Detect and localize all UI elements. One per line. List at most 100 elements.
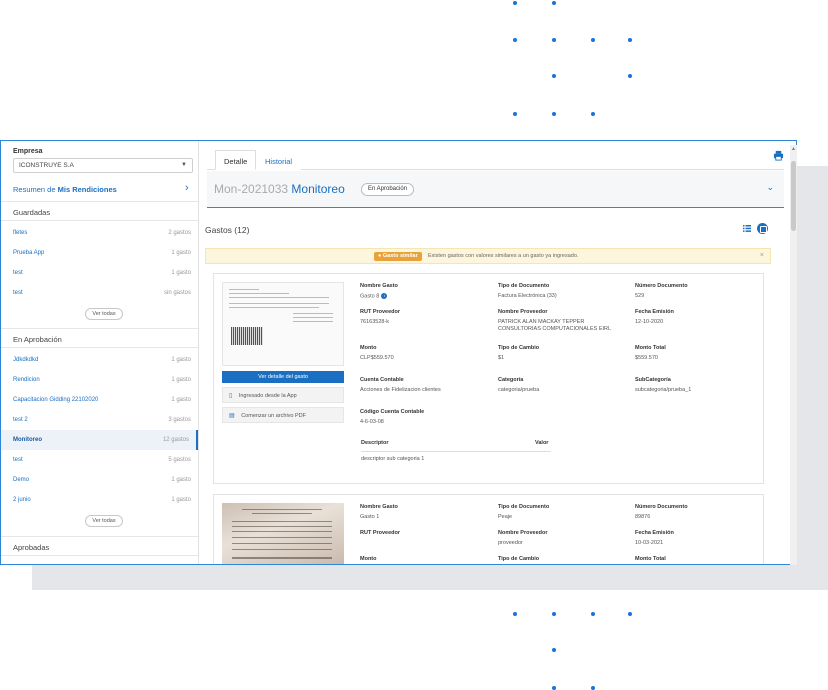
- sidebar-item[interactable]: Jdkdkdkd 1 gasto: [1, 350, 198, 370]
- sidebar-item-active[interactable]: Monitoreo 12 gastos: [1, 430, 198, 450]
- chevron-right-icon[interactable]: ›: [185, 182, 189, 194]
- list-view-icon[interactable]: [743, 225, 751, 232]
- field-label: Nombre Gasto: [360, 504, 398, 510]
- field-numero-documento: Número Documento 529: [635, 283, 688, 300]
- field-label: Código Cuenta Contable: [360, 409, 425, 415]
- sidebar-item[interactable]: fletes 2 gastos: [1, 223, 198, 243]
- item-name: fletes: [13, 230, 28, 236]
- tab-detalle[interactable]: Detalle: [215, 150, 257, 170]
- field-rut-proveedor: RUT Proveedor 76163528-k: [360, 309, 400, 326]
- info-icon[interactable]: i: [381, 293, 388, 299]
- field-label: Número Documento: [635, 283, 688, 289]
- field-nombre-gasto: Nombre Gasto Gasto 1: [360, 504, 398, 521]
- item-name: test 2: [13, 417, 28, 423]
- expense-card: Nombre Gasto Gasto 1 Tipo de Documento P…: [213, 494, 764, 564]
- scroll-thumb[interactable]: [791, 161, 796, 231]
- scrollbar[interactable]: ▲: [790, 145, 797, 565]
- ver-detalle-button[interactable]: Ver detalle del gasto: [222, 371, 344, 383]
- field-label: Cuenta Contable: [360, 377, 404, 383]
- field-nombre-gasto: Nombre Gasto Gasto 8i: [360, 283, 398, 300]
- field-value: subcategoria/prueba_1: [635, 387, 692, 393]
- field-fecha-emision: Fecha Emisión 12-10-2020: [635, 309, 674, 326]
- field-nombre-proveedor: Nombre Proveedor PATRICK ALAN MACKAY TEP…: [498, 309, 611, 333]
- valor-header: Valor: [535, 440, 549, 446]
- field-value: CLP$559.570: [360, 355, 394, 361]
- field-value: PATRICK ALAN MACKAY TEPPER CONSULTORIAS …: [498, 319, 612, 332]
- ingresado-app-label: Ingresado desde la App: [238, 393, 297, 399]
- item-count: 3 gastos: [168, 417, 191, 423]
- field-categoria: Categoría categoria/prueba: [498, 377, 539, 394]
- field-label: Fecha Emisión: [635, 309, 674, 315]
- company-label: Empresa: [13, 148, 43, 155]
- field-value: $1: [498, 355, 505, 361]
- sidebar-item[interactable]: test 5 gastos: [1, 450, 198, 470]
- tab-bar: Detalle Historial: [207, 148, 784, 170]
- barcode-image: [231, 327, 263, 345]
- field-value: 89876: [635, 514, 651, 520]
- field-rut-proveedor: RUT Proveedor: [360, 530, 400, 540]
- ingresado-app-item: ▯ Ingresado desde la App: [222, 387, 344, 403]
- field-label: RUT Proveedor: [360, 530, 401, 536]
- field-label: Fecha Emisión: [635, 530, 674, 536]
- field-monto: Monto: [360, 556, 377, 563]
- descriptor-row: descriptor sub categoria 1: [361, 456, 425, 462]
- field-label: Monto Total: [635, 345, 666, 351]
- rendicion-header[interactable]: Mon-2021033 Monitoreo En Aprobación ⌄: [207, 171, 784, 208]
- receipt-thumbnail[interactable]: [222, 282, 344, 366]
- item-name: test: [13, 270, 23, 276]
- section-aprobadas[interactable]: Aprobadas: [1, 536, 198, 556]
- card-view-icon[interactable]: [757, 223, 768, 234]
- phone-icon: ▯: [229, 393, 233, 399]
- sidebar-item[interactable]: Prueba App 1 gasto: [1, 243, 198, 263]
- print-icon[interactable]: [773, 150, 784, 161]
- field-monto-total: Monto Total $559.570: [635, 345, 666, 362]
- sidebar-item[interactable]: test 1 gasto: [1, 263, 198, 283]
- field-tipo-documento: Tipo de Documento Peaje: [498, 504, 549, 521]
- sidebar-item[interactable]: test sin gastos: [1, 283, 198, 303]
- resumen-link[interactable]: Resumen de Mis Rendiciones: [13, 185, 117, 194]
- nombre-gasto-value: Gasto 8: [360, 293, 380, 300]
- sidebar-item[interactable]: Capacitacion Gidding 22102020 1 gasto: [1, 390, 198, 410]
- item-name: Demo: [13, 477, 30, 483]
- ver-todas-aprobacion-button[interactable]: Ver todas: [85, 515, 123, 527]
- company-select-value: ICONSTRUYE S.A: [19, 162, 74, 169]
- comenzar-pdf-button[interactable]: ▤ Comenzar un archivo PDF: [222, 407, 344, 423]
- field-value: 12-10-2020: [635, 319, 664, 325]
- item-name: test: [13, 457, 23, 463]
- tab-historial[interactable]: Historial: [256, 150, 302, 170]
- section-guardadas[interactable]: Guardadas: [1, 201, 198, 221]
- app-window: Empresa ICONSTRUYE S.A ▼ Resumen de Mis …: [0, 140, 797, 565]
- field-nombre-proveedor: Nombre Proveedor proveedor: [498, 530, 548, 547]
- receipt-photo[interactable]: [222, 503, 344, 564]
- descriptor-header: Descriptor: [361, 440, 389, 446]
- field-value: $559.570: [635, 355, 658, 361]
- chevron-down-icon[interactable]: ⌄: [766, 182, 774, 193]
- alert-text: Existen gastos con valores similares a u…: [428, 253, 579, 259]
- item-count: 1 gasto: [171, 250, 191, 256]
- rendicion-name: Monitoreo: [291, 182, 345, 196]
- section-en-aprobacion[interactable]: En Aprobación: [1, 328, 198, 348]
- item-count: 1 gasto: [171, 397, 191, 403]
- caret-down-icon: ▼: [181, 162, 187, 168]
- item-count: sin gastos: [163, 290, 191, 296]
- scroll-up-icon[interactable]: ▲: [791, 146, 796, 152]
- similar-expense-alert: ● Gasto similar Existen gastos con valor…: [205, 248, 771, 264]
- alert-badge: ● Gasto similar: [374, 252, 422, 261]
- item-name: Monitoreo: [13, 437, 42, 443]
- field-monto-total: Monto Total: [635, 556, 666, 563]
- ver-todas-guardadas-button[interactable]: Ver todas: [85, 308, 123, 320]
- field-label: Monto: [360, 556, 377, 562]
- field-value: Acciones de Fidelizacion clientes: [360, 387, 441, 393]
- close-icon[interactable]: ×: [760, 252, 764, 259]
- rendicion-title: Mon-2021033 Monitoreo: [214, 182, 345, 196]
- status-badge: En Aprobación: [361, 183, 415, 196]
- sidebar-item[interactable]: test 2 3 gastos: [1, 410, 198, 430]
- sidebar-item[interactable]: Demo 1 gasto: [1, 470, 198, 490]
- field-fecha-emision: Fecha Emisión 10-03-2021: [635, 530, 674, 547]
- sidebar-item[interactable]: Rendicion 1 gasto: [1, 370, 198, 390]
- item-name: Prueba App: [13, 250, 45, 256]
- alert-badge-label: Gasto similar: [382, 253, 418, 259]
- field-label: Nombre Proveedor: [498, 530, 548, 536]
- sidebar-item[interactable]: 2 junio 1 gasto: [1, 490, 198, 510]
- company-select[interactable]: ICONSTRUYE S.A ▼: [13, 158, 193, 173]
